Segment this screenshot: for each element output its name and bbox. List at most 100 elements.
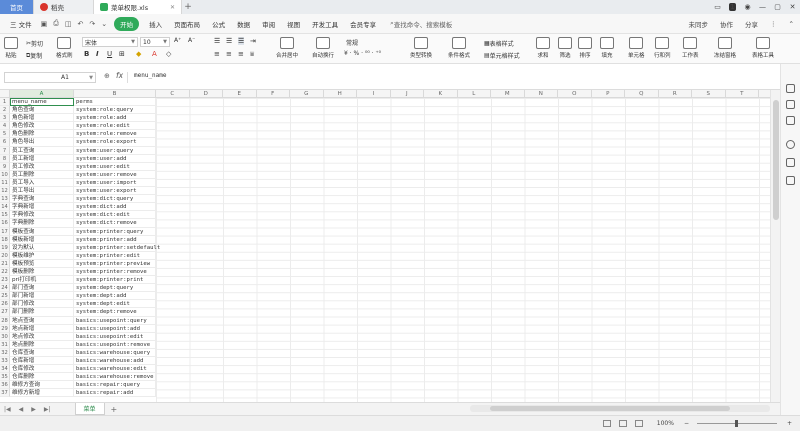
cell-menu-name[interactable]: 仓库查询 (10, 348, 74, 357)
share-button[interactable]: 分享 (739, 19, 764, 29)
cell-perms[interactable]: basics:usepoint:edit (74, 332, 156, 341)
tab-developer[interactable]: 开发工具 (306, 19, 344, 29)
border-icon[interactable]: ⊞ (119, 50, 125, 58)
row-header[interactable]: 33 (0, 357, 10, 366)
cell-perms[interactable]: basics:warehouse:remove (74, 373, 156, 382)
cell-perms[interactable]: system:dept:query (74, 284, 156, 293)
cell-perms[interactable]: basics:repair:add (74, 389, 156, 398)
font-color-icon[interactable]: A (152, 50, 157, 58)
row-header[interactable]: 20 (0, 251, 10, 260)
cell-menu-name[interactable]: menu_name (10, 98, 74, 107)
select-all-corner[interactable] (0, 90, 10, 98)
cell-menu-name[interactable]: 角色删除 (10, 130, 74, 139)
row-header[interactable]: 31 (0, 340, 10, 349)
row-header[interactable]: 12 (0, 187, 10, 196)
next-sheet-icon[interactable]: ▶ (27, 406, 40, 413)
column-header[interactable]: C (156, 90, 190, 98)
cell-perms[interactable]: system:printer:add (74, 235, 156, 244)
row-header[interactable]: 19 (0, 243, 10, 252)
column-header[interactable]: K (424, 90, 458, 98)
cell-menu-name[interactable]: 模板维护 (10, 251, 74, 260)
cell-perms[interactable]: system:printer:edit (74, 251, 156, 260)
row-header[interactable]: 21 (0, 259, 10, 268)
column-header[interactable]: N (524, 90, 558, 98)
cell-menu-name[interactable]: 模板预览 (10, 259, 74, 268)
minimize-icon[interactable]: — (755, 3, 770, 11)
cell-perms[interactable]: system:user:import (74, 178, 156, 188)
maximize-icon[interactable]: ▢ (770, 3, 785, 11)
column-header[interactable]: P (591, 90, 625, 98)
cell-perms[interactable]: basics:repair:query (74, 381, 156, 390)
print-icon[interactable]: ⎙ (50, 19, 62, 28)
prev-sheet-icon[interactable]: ◀ (15, 406, 28, 413)
cell-menu-name[interactable]: 维修方新增 (10, 389, 74, 398)
italic-button[interactable]: I (96, 50, 99, 58)
row-header[interactable]: 27 (0, 308, 10, 317)
backup-icon[interactable] (786, 116, 795, 125)
wrap-text-button[interactable]: 自动换行 (312, 37, 334, 59)
align-left-icon[interactable]: ≡ (214, 50, 220, 58)
layout-icon[interactable]: ▭ (710, 3, 725, 11)
cell-perms[interactable]: basics:usepoint:add (74, 324, 156, 333)
cell-perms[interactable]: basics:usepoint:query (74, 316, 156, 325)
preview-icon[interactable]: ◫ (62, 20, 75, 28)
row-header[interactable]: 9 (0, 162, 10, 171)
cell-menu-name[interactable]: 员工导出 (10, 187, 74, 196)
cell-perms[interactable]: system:user:edit (74, 162, 156, 171)
cell-menu-name[interactable]: 部门查询 (10, 284, 74, 293)
vertical-scrollbar[interactable] (770, 90, 780, 402)
row-header[interactable]: 23 (0, 276, 10, 285)
fill-color-icon[interactable]: ◆ (136, 50, 141, 58)
align-bottom-icon[interactable]: ☰ (238, 37, 245, 45)
number-format-icons[interactable]: ¥ · % · ⁰⁰ · ⁺⁰ (344, 50, 381, 57)
cell-menu-name[interactable]: 维修方查询 (10, 381, 74, 390)
column-header[interactable]: I (357, 90, 391, 98)
row-column-button[interactable]: 行和列 (654, 37, 671, 59)
table-style-button[interactable]: ▦ 表格样式 (484, 39, 514, 48)
new-tab-button[interactable]: + (182, 0, 194, 14)
collaborate-button[interactable]: 协作 (714, 19, 739, 29)
row-header[interactable]: 6 (0, 138, 10, 147)
align-middle-icon[interactable]: ☰ (226, 37, 232, 45)
column-header[interactable]: R (658, 90, 692, 98)
undo-icon[interactable]: ↶ (74, 20, 86, 28)
spreadsheet-grid[interactable]: ABCDEFGHIJKLMNOPQRSTUV 1menu_nameperms2角… (0, 90, 770, 402)
cell-menu-name[interactable]: 部门删除 (10, 308, 74, 317)
redo-icon[interactable]: ↷ (86, 20, 98, 28)
zoom-slider[interactable] (696, 420, 777, 427)
cell-perms[interactable]: system:dict:edit (74, 211, 156, 220)
column-header[interactable]: G (290, 90, 324, 98)
font-name-select[interactable]: 宋体 ▼ (82, 37, 138, 47)
row-header[interactable]: 15 (0, 211, 10, 220)
zoom-level[interactable]: 100% (657, 420, 674, 427)
row-header[interactable]: 16 (0, 219, 10, 228)
row-header[interactable]: 14 (0, 203, 10, 212)
cell-perms[interactable]: system:dept:remove (74, 308, 156, 317)
first-sheet-icon[interactable]: |◀ (0, 406, 15, 413)
row-header[interactable]: 35 (0, 373, 10, 382)
row-header[interactable]: 25 (0, 292, 10, 301)
cell-perms[interactable]: system:printer:preview (74, 259, 156, 268)
row-header[interactable]: 30 (0, 332, 10, 341)
cell-button[interactable]: 单元格 (628, 37, 645, 59)
cell-menu-name[interactable]: 地点查询 (10, 316, 74, 325)
tab-spreadsheet[interactable]: 菜单权限.xls ✕ (94, 0, 182, 14)
cell-perms[interactable]: basics:warehouse:add (74, 357, 156, 366)
cell-menu-name[interactable]: 仓库新增 (10, 357, 74, 366)
name-box[interactable]: A1 ▼ (4, 72, 96, 83)
cell-perms[interactable]: system:printer:print (74, 276, 156, 285)
cell-menu-name[interactable]: 地点修改 (10, 332, 74, 341)
avatar[interactable]: ◉ (740, 3, 755, 11)
clear-format-icon[interactable]: ◇ (166, 50, 171, 58)
column-header[interactable]: M (491, 90, 525, 98)
row-header[interactable]: 13 (0, 195, 10, 204)
freeze-panes-button[interactable]: 冻结窗格 (714, 37, 736, 59)
column-header[interactable]: E (223, 90, 257, 98)
indent-icon[interactable]: ⇥ (250, 37, 256, 45)
settings-icon[interactable] (786, 176, 795, 185)
cut-button[interactable]: ✂ 剪切 (26, 39, 43, 48)
column-header[interactable]: A (10, 90, 74, 98)
tab-insert[interactable]: 插入 (143, 19, 168, 29)
cell-perms[interactable]: system:user:remove (74, 170, 156, 179)
row-header[interactable]: 7 (0, 146, 10, 155)
